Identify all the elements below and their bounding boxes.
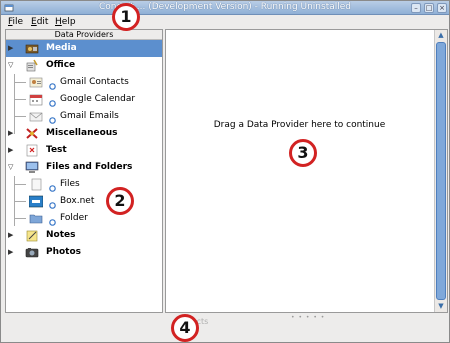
application-window: Conduit ... (Development Version) - Runn… <box>0 0 450 343</box>
sync-icon <box>49 185 56 192</box>
collapse-arrow-icon[interactable]: ▽ <box>8 164 13 171</box>
tree-label: Media <box>46 43 77 53</box>
file-icon <box>31 178 42 191</box>
expand-arrow-icon[interactable]: ▶ <box>8 130 13 137</box>
callout-1: 1 <box>112 3 140 31</box>
contacts-icon <box>29 77 43 88</box>
callout-3: 3 <box>289 139 317 167</box>
sync-icon <box>49 202 56 209</box>
close-button[interactable]: × <box>437 3 447 13</box>
maximize-button[interactable]: □ <box>424 3 434 13</box>
pane-resize-handle[interactable]: • • • • • <box>291 314 325 321</box>
tree-item-gmail-emails[interactable]: Gmail Emails <box>6 108 162 125</box>
tree-item-gmail-contacts[interactable]: Gmail Contacts <box>6 74 162 91</box>
menu-edit[interactable]: Edit <box>31 17 48 27</box>
tree-category-notes[interactable]: ▶ Notes <box>6 227 162 244</box>
bottom-pane: • • • • • ...cts <box>165 314 448 328</box>
test-icon <box>26 144 38 157</box>
callout-4: 4 <box>171 314 199 342</box>
tree-label: Files and Folders <box>46 162 133 172</box>
sync-icon <box>49 83 56 90</box>
tree-label: Files <box>60 179 80 189</box>
tree-label: Photos <box>46 247 82 257</box>
tree-label: Folder <box>60 213 88 223</box>
tree-category-test[interactable]: ▶ Test <box>6 142 162 159</box>
sync-icon <box>49 219 56 226</box>
computer-icon <box>25 161 39 173</box>
folder-icon <box>29 214 43 224</box>
expand-arrow-icon[interactable]: ▶ <box>8 249 13 256</box>
minimize-button[interactable]: – <box>411 3 421 13</box>
tree-item-files[interactable]: Files <box>6 176 162 193</box>
email-icon <box>29 112 43 122</box>
window-title: Conduit ... (Development Version) - Runn… <box>99 2 351 12</box>
tree-category-files-and-folders[interactable]: ▽ Files and Folders <box>6 159 162 176</box>
tree-label: Gmail Contacts <box>60 77 129 87</box>
tree-label: Notes <box>46 230 76 240</box>
collapse-arrow-icon[interactable]: ▽ <box>8 62 13 69</box>
tree-category-office[interactable]: ▽ Office <box>6 57 162 74</box>
tree-category-miscellaneous[interactable]: ▶ Miscellaneous <box>6 125 162 142</box>
canvas-scrollbar[interactable]: ▲ ▼ <box>434 30 447 312</box>
data-providers-panel: Data Providers ▶ Media ▽ Office Gmail Co… <box>5 29 163 313</box>
sync-canvas[interactable]: Drag a Data Provider here to continue ▲ … <box>165 29 448 313</box>
canvas-hint-text: Drag a Data Provider here to continue <box>213 120 386 130</box>
expand-arrow-icon[interactable]: ▶ <box>8 45 13 52</box>
photos-icon <box>25 248 39 258</box>
menu-bar: File Edit Help <box>1 16 449 28</box>
expand-arrow-icon[interactable]: ▶ <box>8 147 13 154</box>
scrollbar-thumb[interactable] <box>436 42 446 300</box>
tree-label: Google Calendar <box>60 94 136 104</box>
tree-label: Miscellaneous <box>46 128 118 138</box>
office-icon <box>26 59 38 72</box>
tree-item-folder[interactable]: Folder <box>6 210 162 227</box>
data-providers-header[interactable]: Data Providers <box>6 30 162 40</box>
sync-icon <box>49 117 56 124</box>
scroll-down-icon[interactable]: ▼ <box>435 301 447 311</box>
callout-2: 2 <box>106 187 134 215</box>
boxnet-icon <box>29 195 43 208</box>
tree-label: Box.net <box>60 196 95 206</box>
menu-file[interactable]: File <box>8 17 23 27</box>
media-icon <box>25 44 39 54</box>
tree-category-media[interactable]: ▶ Media <box>6 40 162 57</box>
misc-icon <box>26 128 38 139</box>
expand-arrow-icon[interactable]: ▶ <box>8 232 13 239</box>
calendar-icon <box>29 94 43 106</box>
tree-item-box-net[interactable]: Box.net <box>6 193 162 210</box>
tree-label: Gmail Emails <box>60 111 119 121</box>
tree-category-photos[interactable]: ▶ Photos <box>6 244 162 261</box>
menu-help[interactable]: Help <box>55 17 76 27</box>
tree-label: Test <box>46 145 67 155</box>
sync-icon <box>49 100 56 107</box>
notes-icon <box>26 230 38 242</box>
tree-label: Office <box>46 60 76 70</box>
tree-item-google-calendar[interactable]: Google Calendar <box>6 91 162 108</box>
scroll-up-icon[interactable]: ▲ <box>435 30 447 40</box>
title-bar[interactable]: Conduit ... (Development Version) - Runn… <box>1 1 449 15</box>
